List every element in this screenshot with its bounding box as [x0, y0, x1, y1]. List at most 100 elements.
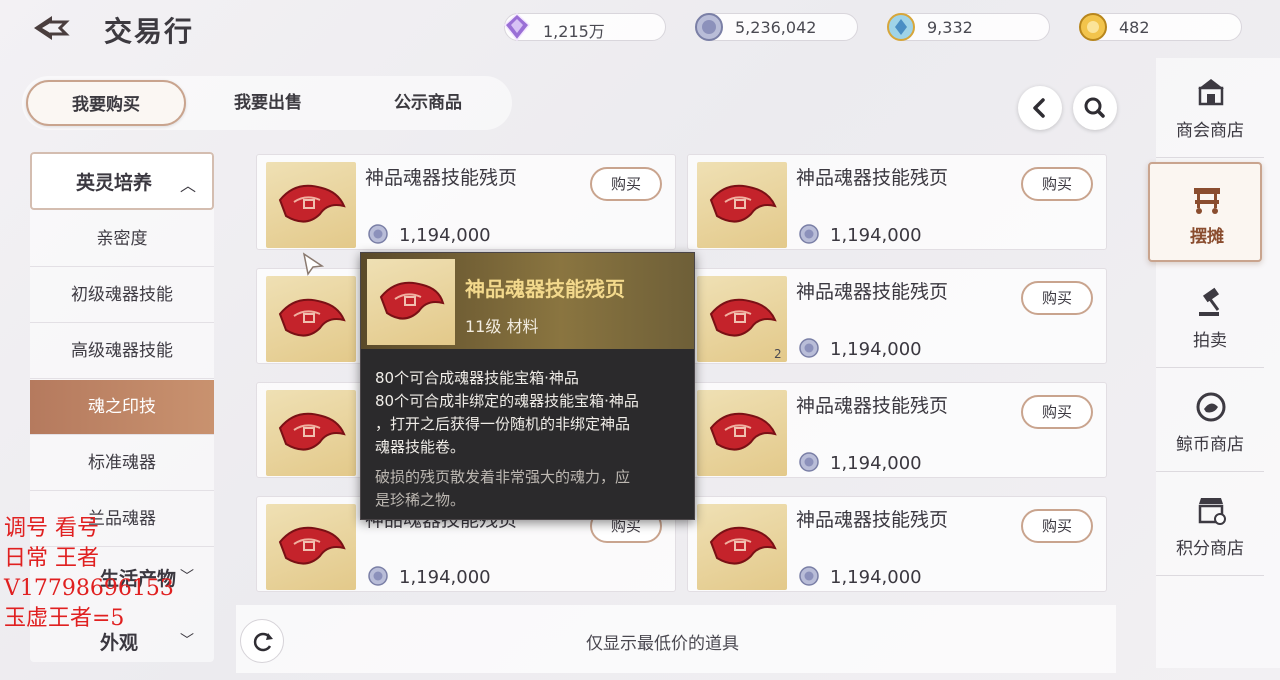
tooltip-flavor-text: 破损的残页散发着非常强大的魂力，应 是珍稀之物。 — [375, 466, 685, 512]
tab-bar: 我要购买 我要出售 公示商品 — [22, 76, 512, 130]
tooltip-item-level: 11级 材料 — [465, 317, 539, 336]
back-icon[interactable] — [30, 12, 74, 44]
top-bar: 交易行 1,215万 5,236,042 9,332 482 — [0, 0, 1280, 56]
nav-guild-shop[interactable]: 商会商店 — [1156, 58, 1264, 158]
category-item-intimacy[interactable]: 亲密度 — [30, 212, 214, 267]
skill-page-icon — [709, 184, 777, 223]
item-quantity: 2 — [774, 347, 782, 361]
stall-cart-icon — [1194, 188, 1220, 214]
item-thumbnail[interactable] — [697, 390, 787, 476]
currency-gold: 482 — [1079, 13, 1242, 41]
skill-page-icon — [278, 412, 346, 451]
points-shop-icon — [1198, 498, 1226, 525]
tab-buy[interactable]: 我要购买 — [26, 80, 186, 126]
category-item-standard-artifact[interactable]: 标准魂器 — [30, 436, 214, 491]
search-icon — [1084, 97, 1105, 118]
overlay-line: V17798696153 — [4, 576, 174, 601]
skill-page-icon — [709, 526, 777, 565]
overlay-line: 玉虚王者=5 — [4, 606, 125, 631]
item-thumbnail[interactable] — [266, 162, 356, 248]
overlay-line: 调号 看号 — [4, 516, 99, 541]
purple-crystal-icon — [503, 12, 531, 42]
nav-auction[interactable]: 拍卖 — [1156, 268, 1264, 368]
listing-card[interactable]: 神品魂器技能残页 购买 1,194,000 — [687, 496, 1107, 592]
nav-label: 摆摊 — [1190, 227, 1224, 247]
tooltip-desc-line: ，打开之后获得一份随机的非绑定神品 — [375, 415, 631, 433]
item-price: 1,194,000 — [399, 567, 491, 588]
tooltip-desc-line: 80个可合成非绑定的魂器技能宝箱·神品 — [375, 392, 639, 410]
buy-button[interactable]: 购买 — [1021, 395, 1093, 429]
silver-coin-icon — [695, 13, 723, 41]
overlay-line: 日常 王者 — [4, 546, 99, 571]
auction-hammer-icon — [1199, 287, 1220, 316]
listing-card[interactable]: 神品魂器技能残页 购买 1,194,000 — [256, 154, 676, 250]
currency-value: 1,215万 — [543, 22, 605, 41]
whale-coin-icon — [1196, 392, 1226, 422]
item-price: 1,194,000 — [830, 339, 922, 360]
buy-button[interactable]: 购买 — [590, 167, 662, 201]
tooltip-item-image — [367, 259, 455, 345]
tooltip-desc-line: 魂器技能卷。 — [375, 438, 466, 456]
page-title: 交易行 — [104, 15, 195, 48]
listing-card[interactable]: 神品魂器技能残页 购买 1,194,000 — [687, 154, 1107, 250]
nav-label: 鲸币商店 — [1176, 435, 1244, 455]
bottom-bar: 仅显示最低价的道具 — [236, 605, 1116, 673]
currency-crystal: 1,215万 — [503, 12, 666, 42]
refresh-button[interactable] — [240, 619, 284, 663]
currency-value: 9,332 — [927, 18, 973, 37]
listing-card[interactable]: 神品魂器技能残页 购买 1,194,000 — [687, 382, 1107, 478]
silver-coin-icon — [799, 338, 819, 358]
lowest-price-hint[interactable]: 仅显示最低价的道具 — [586, 629, 739, 654]
tooltip-header: 神品魂器技能残页 11级 材料 — [361, 253, 694, 349]
item-thumbnail[interactable] — [697, 504, 787, 590]
right-nav: 商会商店 摆摊 拍卖 鲸币商店 积分商店 — [1148, 58, 1280, 668]
item-tooltip: 神品魂器技能残页 11级 材料 80个可合成魂器技能宝箱·神品 80个可合成非绑… — [360, 252, 695, 520]
nav-stall[interactable]: 摆摊 — [1148, 162, 1262, 262]
buy-button[interactable]: 购买 — [1021, 167, 1093, 201]
blue-gem-coin-icon — [887, 13, 915, 41]
tab-sell[interactable]: 我要出售 — [188, 80, 348, 126]
item-name: 神品魂器技能残页 — [365, 167, 518, 189]
listing-card[interactable]: 2 神品魂器技能残页 购买 1,194,000 — [687, 268, 1107, 364]
currency-value: 5,236,042 — [735, 18, 817, 37]
silver-coin-icon — [799, 566, 819, 586]
silver-coin-icon — [368, 224, 388, 244]
item-name: 神品魂器技能残页 — [796, 395, 949, 417]
nav-whale-coin-shop[interactable]: 鲸币商店 — [1156, 372, 1264, 472]
guild-shop-icon — [1198, 79, 1224, 106]
skill-page-icon — [709, 412, 777, 451]
item-price: 1,194,000 — [830, 453, 922, 474]
tooltip-flavor-line: 破损的残页散发着非常强大的魂力，应 — [375, 468, 631, 486]
gold-coin-icon — [1079, 13, 1107, 41]
buy-button[interactable]: 购买 — [1021, 281, 1093, 315]
buy-button[interactable]: 购买 — [1021, 509, 1093, 543]
category-item-advanced-skill[interactable]: 高级魂器技能 — [30, 324, 214, 379]
skill-page-icon — [278, 184, 346, 223]
tooltip-flavor-line: 是珍稀之物。 — [375, 491, 466, 509]
item-price: 1,194,000 — [399, 225, 491, 246]
tooltip-item-name: 神品魂器技能残页 — [465, 277, 625, 301]
item-thumbnail[interactable] — [266, 390, 356, 476]
overlay-watermark-text: 调号 看号 日常 王者 V17798696153 玉虚王者=5 — [4, 514, 200, 634]
search-button[interactable] — [1073, 86, 1117, 130]
item-thumbnail[interactable] — [697, 162, 787, 248]
tooltip-description: 80个可合成魂器技能宝箱·神品 80个可合成非绑定的魂器技能宝箱·神品 ，打开之… — [375, 367, 685, 459]
item-name: 神品魂器技能残页 — [796, 167, 949, 189]
skill-page-icon — [278, 526, 346, 565]
item-thumbnail[interactable] — [266, 276, 356, 362]
skill-page-icon — [379, 281, 445, 320]
currency-blue-gem: 9,332 — [887, 13, 1050, 41]
nav-points-shop[interactable]: 积分商店 — [1156, 476, 1264, 576]
item-price: 1,194,000 — [830, 225, 922, 246]
silver-coin-icon — [799, 224, 819, 244]
pointer-cursor-icon — [302, 252, 324, 276]
category-group-header[interactable]: 英灵培养 ︿ — [30, 152, 214, 210]
silver-coin-icon — [368, 566, 388, 586]
item-thumbnail[interactable] — [266, 504, 356, 590]
category-item-soul-seal[interactable]: 魂之印技 — [30, 380, 214, 435]
currency-silver: 5,236,042 — [695, 13, 858, 41]
chevron-up-icon: ︿ — [180, 176, 197, 195]
tab-public-listing[interactable]: 公示商品 — [348, 80, 508, 126]
prev-page-button[interactable] — [1018, 86, 1062, 130]
category-item-basic-skill[interactable]: 初级魂器技能 — [30, 268, 214, 323]
